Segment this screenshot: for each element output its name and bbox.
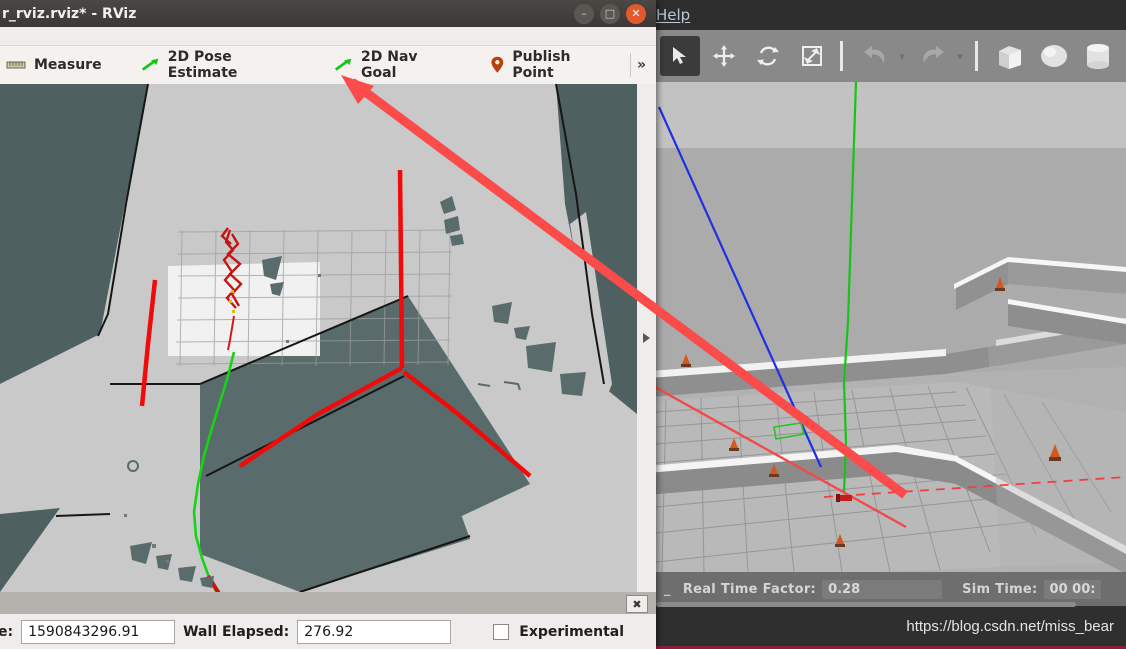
redo-arrow-icon [923, 46, 944, 63]
scale-icon [802, 46, 822, 66]
menu-item-help[interactable]: Help [656, 6, 690, 24]
translate-mode-button[interactable] [704, 36, 744, 76]
pause-indicator[interactable]: _ [664, 582, 671, 597]
gazebo-status-bar: _ Real Time Factor: 0.28 Sim Time: 00 00… [656, 572, 1126, 606]
scale-mode-button[interactable] [792, 36, 832, 76]
insert-cylinder-button[interactable] [1078, 36, 1118, 76]
experimental-checkbox[interactable] [493, 623, 510, 640]
rviz-panel-splitter[interactable] [637, 84, 656, 592]
minimize-glyph: – [581, 6, 587, 20]
tool-2d-nav-goal-label: 2D Nav Goal [361, 49, 418, 81]
undo-button[interactable] [855, 36, 895, 76]
rotate-icon [757, 46, 779, 66]
minimize-button[interactable]: – [574, 3, 594, 24]
watermark-text: https://blog.csdn.net/miss_bear [906, 618, 1114, 635]
toolbar-separator-1 [840, 41, 843, 71]
insert-sphere-button[interactable] [1034, 36, 1074, 76]
tool-2d-pose-estimate[interactable]: 2D Pose Estimate [130, 48, 305, 82]
ros-time-label: e: [0, 623, 14, 640]
gazebo-3d-viewport[interactable] [656, 82, 1126, 572]
redo-history-button[interactable]: ▾ [953, 49, 967, 63]
close-glyph: ✕ [631, 6, 641, 20]
rviz-window-title: r_rviz.rviz* - RViz [2, 5, 137, 22]
gazebo-progress-bar [656, 602, 1076, 607]
maximize-glyph: □ [604, 6, 616, 20]
rviz-panel-close-button[interactable]: ✖ [626, 595, 648, 613]
sphere-icon [1041, 45, 1067, 67]
tool-measure-label: Measure [34, 57, 102, 73]
insert-box-button[interactable] [990, 36, 1030, 76]
rviz-toolbar: Measure 2D Pose Estimate 2D Nav Goal Pub… [0, 45, 656, 85]
undo-history-button[interactable]: ▾ [895, 49, 909, 63]
undo-arrow-icon [864, 46, 885, 63]
real-time-factor-label: Real Time Factor: [682, 581, 817, 597]
select-mode-button[interactable] [660, 36, 700, 76]
experimental-label: Experimental [519, 623, 625, 640]
rviz-time-panel: e: Wall Elapsed: Experimental [0, 614, 656, 649]
move-arrows-icon [713, 45, 735, 67]
rviz-pointcloud-scene [0, 84, 637, 592]
sim-time-label: Sim Time: [962, 581, 1038, 597]
map-pin-icon [491, 56, 503, 73]
triangle-right-icon [643, 333, 650, 343]
wall-elapsed-label: Wall Elapsed: [183, 623, 290, 640]
tool-2d-pose-estimate-label: 2D Pose Estimate [167, 49, 238, 81]
tool-publish-point-label: Publish Point [512, 49, 571, 81]
rotate-mode-button[interactable] [748, 36, 788, 76]
rviz-title-bar[interactable]: r_rviz.rviz* - RViz – □ ✕ [0, 0, 656, 27]
rviz-3d-viewport[interactable] [0, 84, 637, 592]
toolbar-separator-2 [975, 41, 978, 71]
cursor-arrow-icon [673, 47, 686, 64]
close-button[interactable]: ✕ [626, 3, 646, 24]
toolbar-overflow-button[interactable]: » [637, 57, 656, 73]
rviz-window: r_rviz.rviz* - RViz – □ ✕ Measure 2D Pos… [0, 0, 656, 649]
maximize-button[interactable]: □ [600, 3, 620, 24]
redo-button[interactable] [913, 36, 953, 76]
tool-2d-nav-goal[interactable]: 2D Nav Goal [323, 48, 460, 82]
tool-publish-point[interactable]: Publish Point [480, 48, 618, 82]
green-arrow-icon [141, 58, 158, 71]
cylinder-icon [1087, 44, 1109, 69]
green-arrow-icon [334, 58, 352, 71]
rviz-panel-header [0, 592, 656, 614]
toolbar-divider [630, 53, 631, 77]
sim-time-value: 00 00: [1043, 579, 1102, 599]
scene-cones [681, 277, 1061, 547]
wall-elapsed-input[interactable] [297, 619, 452, 644]
real-time-factor-value: 0.28 [822, 579, 943, 599]
box-icon [999, 46, 1021, 69]
ruler-icon [6, 61, 26, 69]
ros-time-input[interactable] [21, 619, 176, 644]
tool-measure[interactable]: Measure [0, 48, 112, 82]
close-icon: ✖ [632, 597, 642, 611]
